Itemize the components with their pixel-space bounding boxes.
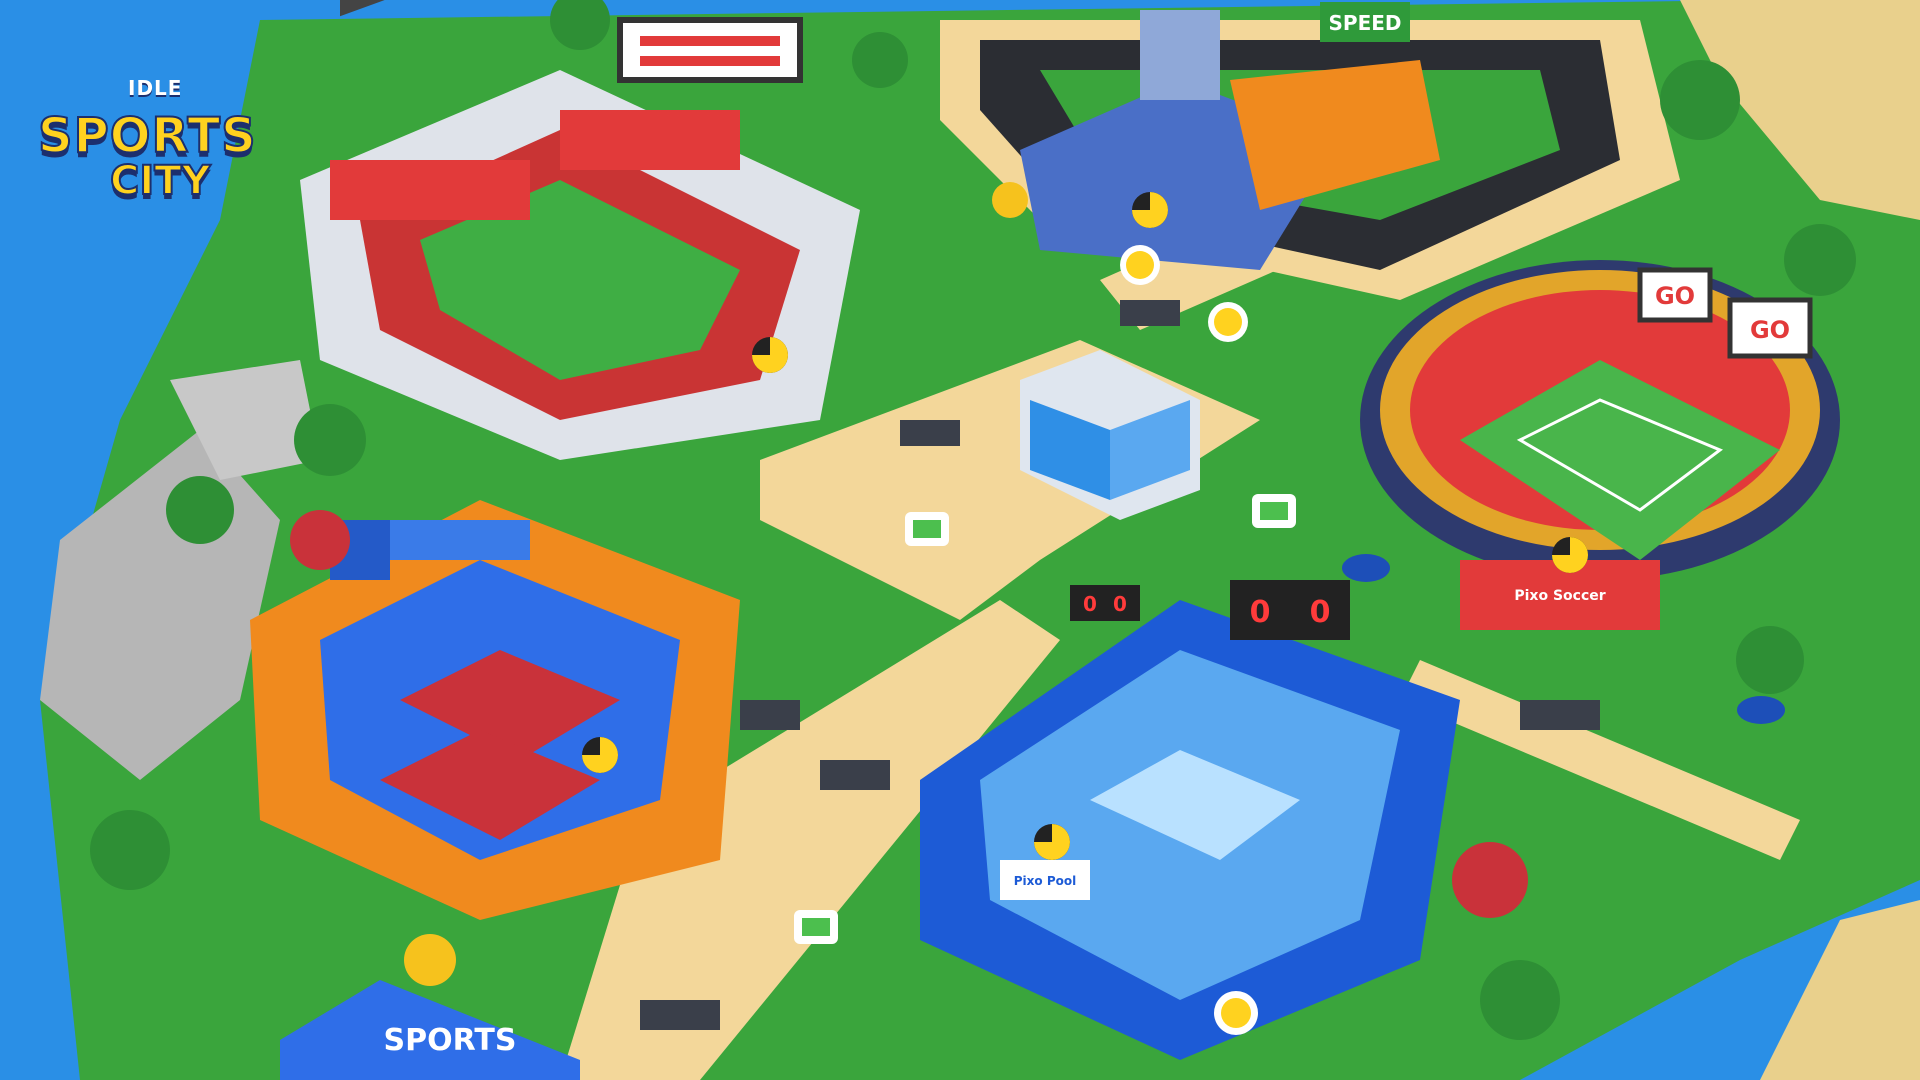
- logo-city-text: CITY: [109, 157, 211, 205]
- happy-face-icon[interactable]: [1214, 991, 1258, 1035]
- money-bubble-icon[interactable]: [905, 512, 949, 546]
- money-bubble-icon[interactable]: [1252, 494, 1296, 528]
- pool-stadium-label: Pixo Pool: [1014, 874, 1076, 888]
- happy-face-icon[interactable]: [1208, 302, 1248, 342]
- pool-small-score-left: 0: [1083, 592, 1097, 616]
- timer-icon[interactable]: [1552, 537, 1588, 573]
- logo-sports-text: SPORTS: [37, 107, 257, 165]
- speed-sign-text: SPEED: [1329, 11, 1402, 35]
- pool-small-score-right: 0: [1113, 592, 1127, 616]
- timer-icon[interactable]: [752, 337, 788, 373]
- pool-score-right: 0: [1310, 595, 1331, 630]
- pool-score-left: 0: [1250, 595, 1271, 630]
- timer-icon[interactable]: [582, 737, 618, 773]
- game-logo: IDLE SPORTS CITY: [24, 20, 284, 220]
- pool-scoreboard: [1230, 580, 1350, 640]
- city-map[interactable]: SPEED GO GO Pixo Soccer 0 0 0 0 Pixo Poo…: [0, 0, 1920, 1080]
- logo-idle-text: IDLE: [128, 76, 183, 100]
- go-sign-right: GO: [1750, 316, 1790, 344]
- sponsors-arch-label: SPORTS: [384, 1023, 517, 1058]
- pool-small-scoreboard: [1070, 585, 1140, 621]
- timer-icon[interactable]: [1132, 192, 1168, 228]
- soccer-stadium-label: Pixo Soccer: [1514, 588, 1605, 604]
- happy-face-icon[interactable]: [1120, 245, 1160, 285]
- money-bubble-icon[interactable]: [794, 910, 838, 944]
- go-sign-left: GO: [1655, 282, 1695, 310]
- timer-icon[interactable]: [1034, 824, 1070, 860]
